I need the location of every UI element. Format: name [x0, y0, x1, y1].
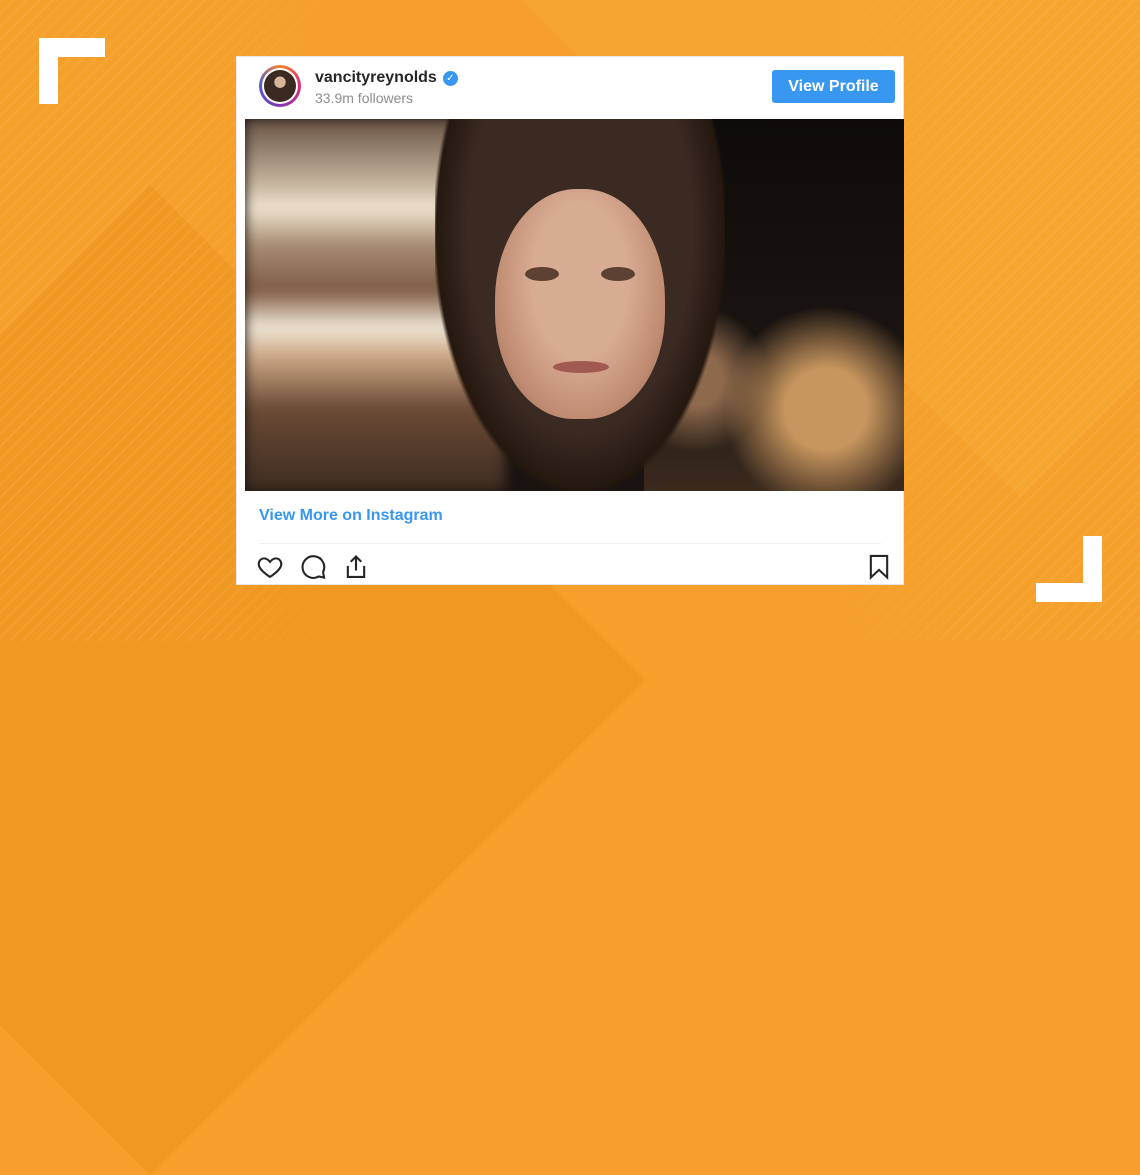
corner-bracket-bottom-right	[1036, 536, 1102, 602]
divider	[259, 543, 881, 544]
follower-count: 33.9m followers	[315, 90, 414, 106]
action-bar	[237, 551, 903, 583]
post-media-video[interactable]	[245, 119, 904, 491]
view-more-link[interactable]: View More on Instagram	[259, 507, 443, 525]
verified-badge-icon: ✓	[442, 70, 458, 86]
avatar[interactable]	[259, 65, 301, 107]
instagram-embed: vancityreynolds ✓ 33.9m followers View P…	[236, 56, 904, 585]
subject-face	[495, 189, 665, 419]
corner-bracket-top-left	[39, 38, 105, 104]
post-header: vancityreynolds ✓ 33.9m followers View P…	[237, 57, 903, 119]
comment-icon[interactable]	[297, 551, 329, 583]
username[interactable]: vancityreynolds	[315, 69, 437, 87]
bookmark-icon[interactable]	[863, 551, 895, 583]
heart-icon[interactable]	[254, 551, 286, 583]
avatar-photo	[264, 70, 296, 102]
username-row[interactable]: vancityreynolds ✓	[315, 69, 458, 87]
view-profile-button[interactable]: View Profile	[772, 70, 895, 103]
share-icon[interactable]	[340, 551, 372, 583]
